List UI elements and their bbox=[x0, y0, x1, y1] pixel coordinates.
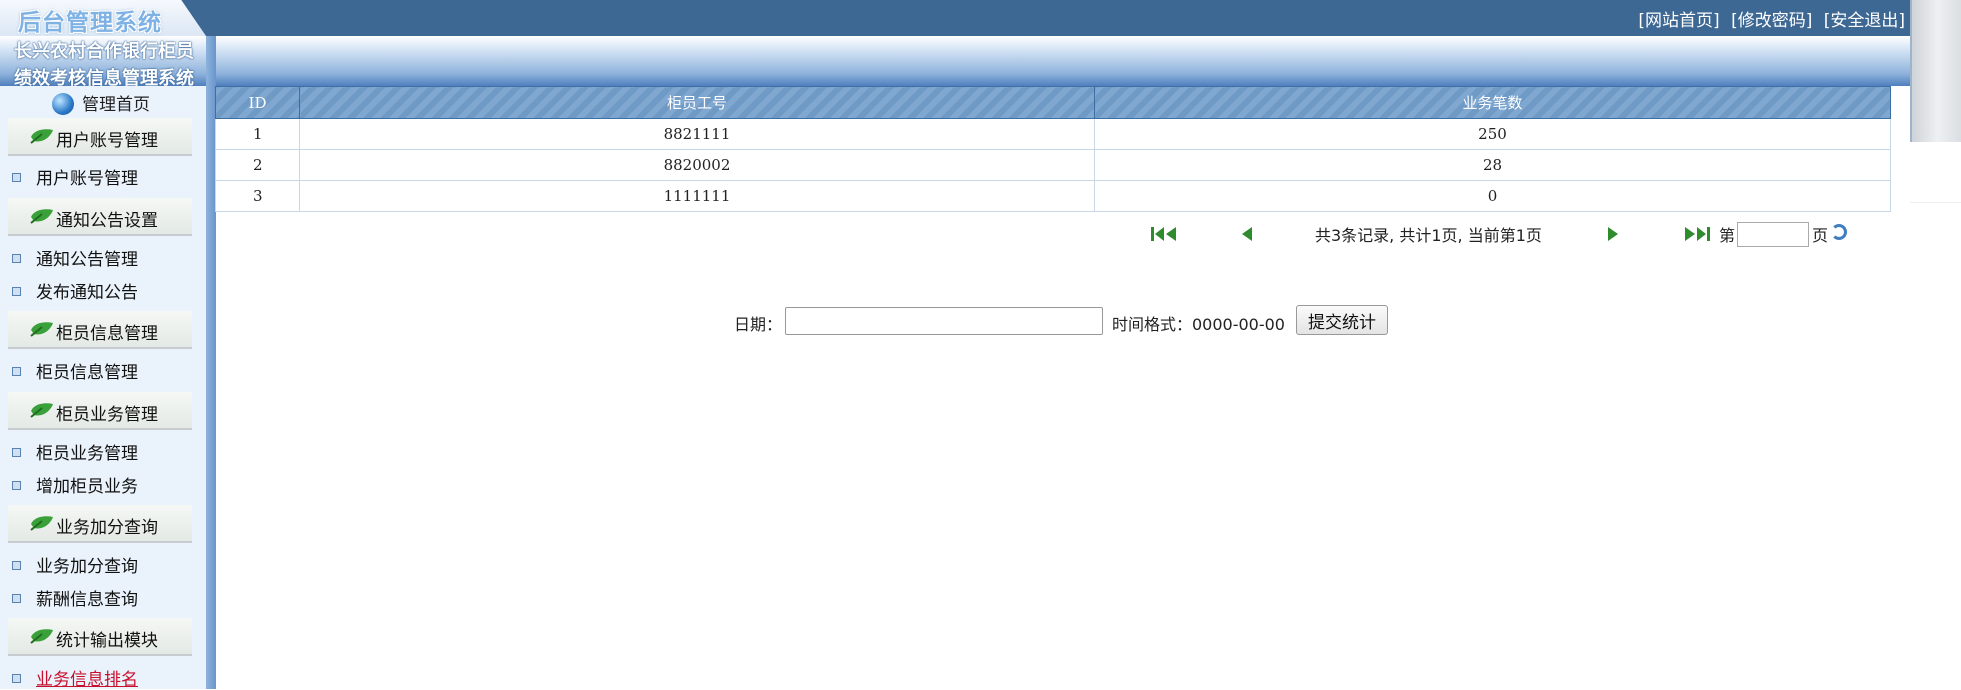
section-title: 业务加分查询 bbox=[56, 518, 158, 538]
cell-business-count: 0 bbox=[1094, 180, 1891, 212]
leaf-icon bbox=[30, 403, 53, 418]
sidebar-item-bonus-query[interactable]: 业务加分查询 bbox=[12, 552, 138, 577]
section-title: 柜员信息管理 bbox=[56, 324, 158, 344]
right-edge-panel bbox=[1910, 0, 1961, 142]
sidebar-item-label: 通知公告管理 bbox=[36, 250, 138, 270]
sidebar-section-teller-business[interactable]: 柜员业务管理 bbox=[8, 392, 192, 430]
app-logo: 后台管理系统 bbox=[18, 10, 162, 36]
leaf-icon bbox=[30, 322, 53, 337]
column-header-business-count: 业务笔数 bbox=[1094, 86, 1891, 119]
section-title: 用户账号管理 bbox=[56, 131, 158, 151]
bullet-icon bbox=[12, 367, 21, 376]
sidebar-item-label: 柜员信息管理 bbox=[36, 363, 138, 383]
submit-statistics-button[interactable]: 提交统计 bbox=[1296, 305, 1388, 335]
pager-summary: 共3条记录, 共计1页, 当前第1页 bbox=[1315, 226, 1542, 245]
sidebar-item-teller-info[interactable]: 柜员信息管理 bbox=[12, 358, 138, 383]
sidebar-item-add-teller-business[interactable]: 增加柜员业务 bbox=[12, 472, 138, 497]
leaf-icon bbox=[30, 516, 53, 531]
sidebar-item-business-ranking[interactable]: 业务信息排名 bbox=[12, 665, 138, 690]
bullet-icon bbox=[12, 287, 21, 296]
sidebar-item-label: 业务加分查询 bbox=[36, 557, 138, 577]
section-title: 通知公告设置 bbox=[56, 211, 158, 231]
sidebar-item-label: 柜员业务管理 bbox=[36, 444, 138, 464]
leaf-icon bbox=[30, 209, 53, 224]
right-edge-blank bbox=[1910, 142, 1961, 203]
globe-icon bbox=[52, 93, 74, 115]
sidebar-item-publish-notice[interactable]: 发布通知公告 bbox=[12, 278, 138, 303]
table-row: 1 8821111 250 bbox=[215, 118, 1891, 150]
header-band bbox=[0, 36, 1910, 86]
cell-id: 1 bbox=[215, 118, 300, 150]
sidebar-home-label: 管理首页 bbox=[82, 95, 150, 115]
bullet-icon bbox=[12, 561, 21, 570]
leaf-icon bbox=[30, 629, 53, 644]
sidebar-section-user-accounts[interactable]: 用户账号管理 bbox=[8, 118, 192, 156]
system-title-line-1: 长兴农村合作银行柜员 bbox=[14, 41, 194, 62]
change-password-link[interactable]: [修改密码] bbox=[1731, 11, 1812, 31]
sidebar-section-teller-info[interactable]: 柜员信息管理 bbox=[8, 311, 192, 349]
sidebar-item-user-accounts[interactable]: 用户账号管理 bbox=[12, 164, 138, 189]
sidebar-item-label: 发布通知公告 bbox=[36, 283, 138, 303]
column-header-teller-id: 柜员工号 bbox=[299, 86, 1095, 119]
sidebar-item-label: 业务信息排名 bbox=[36, 670, 138, 690]
sidebar-item-label: 薪酬信息查询 bbox=[36, 590, 138, 610]
bullet-icon bbox=[12, 254, 21, 263]
cell-id: 3 bbox=[215, 180, 300, 212]
next-page-icon[interactable] bbox=[1606, 226, 1620, 242]
logout-link[interactable]: [安全退出] bbox=[1824, 11, 1905, 31]
logo-box: 后台管理系统 bbox=[0, 0, 206, 36]
bullet-icon bbox=[12, 173, 21, 182]
sidebar-item-notice-management[interactable]: 通知公告管理 bbox=[12, 245, 138, 270]
cell-business-count: 250 bbox=[1094, 118, 1891, 150]
table-row: 3 1111111 0 bbox=[215, 180, 1891, 212]
sidebar-item-label: 增加柜员业务 bbox=[36, 477, 138, 497]
sidebar-home-link[interactable]: 管理首页 bbox=[52, 90, 150, 115]
table-header-row: ID 柜员工号 业务笔数 bbox=[215, 86, 1891, 119]
bullet-icon bbox=[12, 674, 21, 683]
cell-teller-id: 8821111 bbox=[299, 118, 1095, 150]
column-header-id: ID bbox=[215, 86, 300, 119]
page-suffix-label: 页 bbox=[1812, 226, 1829, 245]
sidebar-section-bonus-query[interactable]: 业务加分查询 bbox=[8, 505, 192, 543]
sidebar-item-salary-query[interactable]: 薪酬信息查询 bbox=[12, 585, 138, 610]
date-input[interactable] bbox=[785, 307, 1103, 335]
bullet-icon bbox=[12, 481, 21, 490]
prev-page-icon[interactable] bbox=[1240, 226, 1254, 242]
page-number-input[interactable] bbox=[1737, 222, 1809, 247]
cell-id: 2 bbox=[215, 149, 300, 181]
cell-business-count: 28 bbox=[1094, 149, 1891, 181]
last-page-icon[interactable] bbox=[1683, 226, 1711, 242]
refresh-icon[interactable] bbox=[1831, 224, 1847, 240]
top-bar bbox=[0, 0, 1910, 36]
top-links: [网站首页] [修改密码] [安全退出] bbox=[1632, 6, 1905, 31]
bullet-icon bbox=[12, 594, 21, 603]
sidebar-item-teller-business[interactable]: 柜员业务管理 bbox=[12, 439, 138, 464]
cell-teller-id: 8820002 bbox=[299, 149, 1095, 181]
sidebar-item-label: 用户账号管理 bbox=[36, 169, 138, 189]
site-home-link[interactable]: [网站首页] bbox=[1638, 11, 1719, 31]
table-row: 2 8820002 28 bbox=[215, 149, 1891, 181]
section-title: 柜员业务管理 bbox=[56, 405, 158, 425]
date-label: 日期： bbox=[734, 315, 783, 334]
system-title: 长兴农村合作银行柜员 绩效考核信息管理系统 bbox=[14, 38, 214, 92]
sidebar-section-notices[interactable]: 通知公告设置 bbox=[8, 198, 192, 236]
leaf-icon bbox=[30, 129, 53, 144]
date-format-hint: 时间格式：0000-00-00 bbox=[1112, 315, 1285, 334]
bullet-icon bbox=[12, 448, 21, 457]
cell-teller-id: 1111111 bbox=[299, 180, 1095, 212]
first-page-icon[interactable] bbox=[1150, 226, 1178, 242]
ranking-table: ID 柜员工号 业务笔数 1 8821111 250 2 8820002 28 … bbox=[215, 86, 1891, 212]
section-title: 统计输出模块 bbox=[56, 631, 158, 651]
sidebar-section-statistics[interactable]: 统计输出模块 bbox=[8, 618, 192, 656]
page-prefix-label: 第 bbox=[1719, 226, 1736, 245]
